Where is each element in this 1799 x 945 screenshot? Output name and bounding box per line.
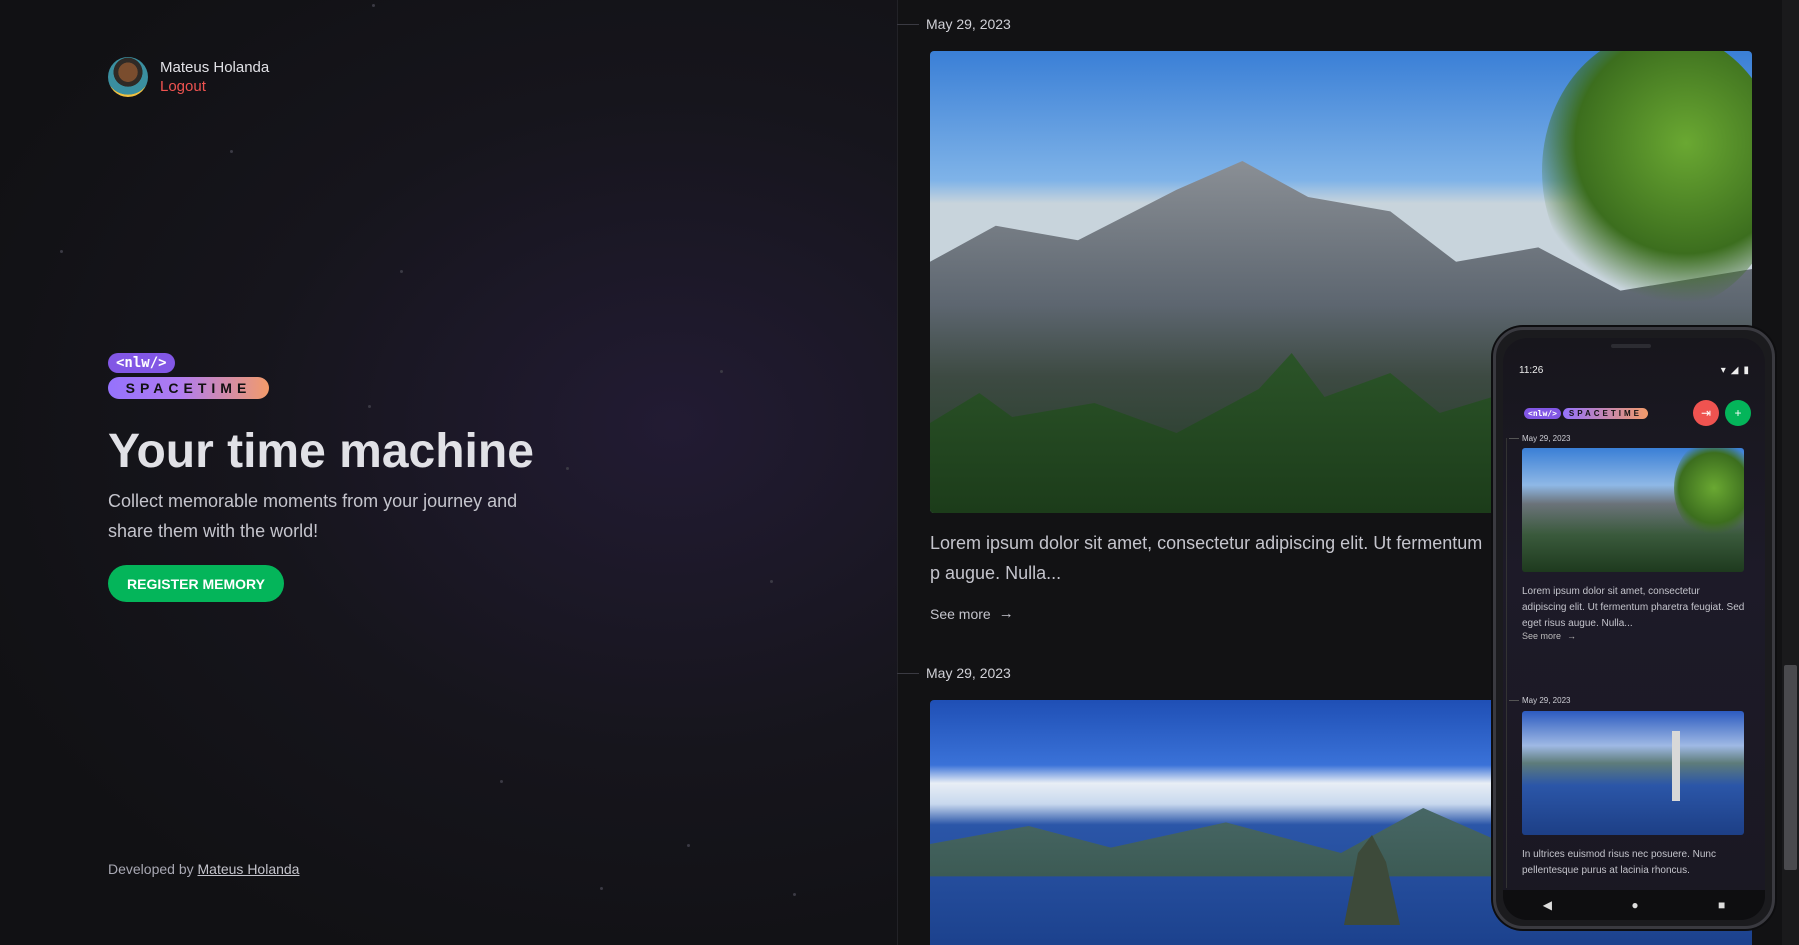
- phone-memory-image-rio: [1522, 711, 1744, 835]
- memory-date: May 29, 2023: [897, 16, 1011, 32]
- phone-memory-excerpt: Lorem ipsum dolor sit amet, consectetur …: [1522, 586, 1745, 629]
- signal-icon: ◢: [1730, 365, 1739, 376]
- avatar: [108, 57, 148, 97]
- credit-prefix: Developed by: [108, 861, 198, 877]
- arrow-right-icon: →: [1567, 631, 1577, 641]
- plus-icon: +: [1734, 406, 1742, 420]
- memory-date: May 29, 2023: [897, 665, 1011, 681]
- phone-nlw-badge: <nlw/>: [1524, 407, 1561, 419]
- phone-memory-date: May 29, 2023: [1508, 434, 1571, 443]
- back-icon[interactable]: ◀: [1543, 898, 1552, 912]
- phone-speaker: [1611, 344, 1651, 348]
- phone-see-more-label: See more: [1522, 631, 1562, 641]
- brand-logo: <nlw/> SPACETIME: [108, 353, 269, 399]
- register-memory-button[interactable]: REGISTER MEMORY: [108, 565, 284, 602]
- page-scrollbar[interactable]: [1782, 0, 1799, 945]
- phone-memory-excerpt: In ultrices euismod risus nec posuere. N…: [1522, 849, 1716, 876]
- status-icons: ▾ ◢ ▮: [1721, 365, 1749, 376]
- hero-subtitle: Collect memorable moments from your jour…: [108, 491, 518, 541]
- phone-mockup: 11:26 ▾ ◢ ▮ <nlw/> SPACETIME ⇥ + May 29,…: [1493, 327, 1775, 929]
- phone-timeline-line: [1506, 438, 1507, 888]
- scrollbar-thumb[interactable]: [1784, 665, 1797, 870]
- recents-icon[interactable]: ■: [1718, 898, 1725, 912]
- memory-excerpt: Lorem ipsum dolor sit amet, consectetur …: [930, 533, 1483, 583]
- phone-header: <nlw/> SPACETIME ⇥ +: [1524, 400, 1751, 426]
- page-title: Your time machine: [108, 425, 534, 478]
- phone-see-more-link[interactable]: See more →: [1522, 631, 1576, 641]
- phone-logout-button[interactable]: ⇥: [1693, 400, 1719, 426]
- phone-memory-date: May 29, 2023: [1508, 696, 1571, 705]
- logout-icon: ⇥: [1700, 406, 1712, 420]
- phone-add-button[interactable]: +: [1725, 400, 1751, 426]
- phone-actions: ⇥ +: [1693, 400, 1751, 426]
- spacetime-badge: SPACETIME: [108, 377, 269, 399]
- user-name: Mateus Holanda: [160, 59, 270, 76]
- user-text: Mateus Holanda Logout: [160, 59, 269, 95]
- phone-spacetime-badge: SPACETIME: [1562, 407, 1648, 419]
- phone-memory-image-mountains: [1522, 448, 1744, 572]
- user-profile: Mateus Holanda Logout: [108, 57, 269, 97]
- phone-time: 11:26: [1519, 365, 1544, 376]
- nlw-badge: <nlw/>: [108, 353, 175, 373]
- battery-icon: ▮: [1743, 365, 1749, 376]
- phone-nav-bar: ◀ ● ■: [1503, 890, 1765, 920]
- home-icon[interactable]: ●: [1631, 898, 1638, 912]
- phone-logo: <nlw/> SPACETIME: [1524, 407, 1648, 419]
- phone-screen: 11:26 ▾ ◢ ▮ <nlw/> SPACETIME ⇥ + May 29,…: [1503, 338, 1765, 920]
- author-link[interactable]: Mateus Holanda: [198, 861, 300, 877]
- footer-credit: Developed by Mateus Holanda: [108, 861, 299, 877]
- timeline-line: [897, 0, 898, 945]
- see-more-link[interactable]: See more →: [930, 605, 1014, 622]
- arrow-right-icon: →: [998, 605, 1014, 622]
- left-panel: Mateus Holanda Logout <nlw/> SPACETIME Y…: [0, 0, 897, 945]
- logout-link[interactable]: Logout: [160, 78, 269, 95]
- wifi-icon: ▾: [1720, 365, 1726, 376]
- see-more-label: See more: [930, 605, 991, 622]
- phone-status-bar: 11:26 ▾ ◢ ▮: [1519, 365, 1749, 376]
